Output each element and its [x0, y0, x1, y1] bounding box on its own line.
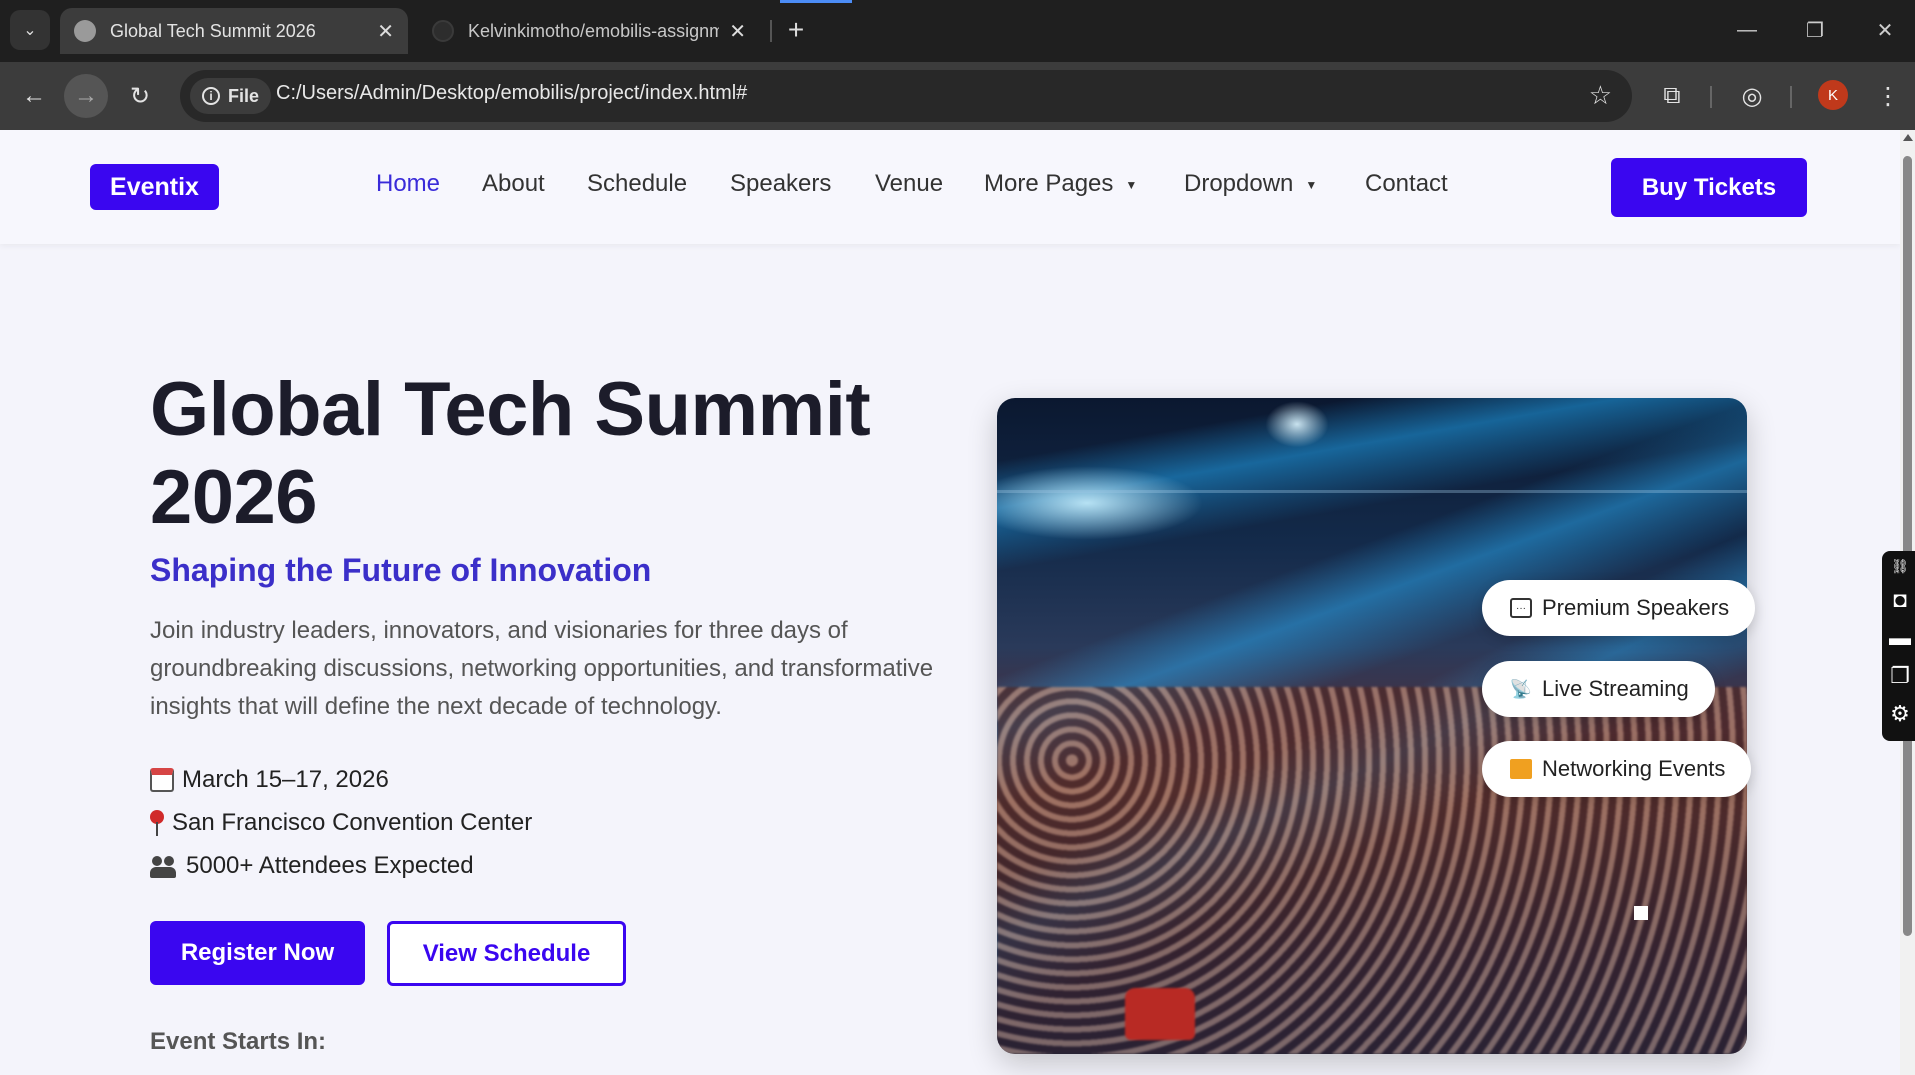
- view-schedule-button[interactable]: View Schedule: [387, 921, 626, 986]
- url-text[interactable]: C:/Users/Admin/Desktop/emobilis/project/…: [276, 82, 747, 105]
- register-now-button[interactable]: Register Now: [150, 921, 365, 985]
- link-icon[interactable]: ⛓: [1882, 551, 1915, 581]
- close-icon[interactable]: ✕: [1862, 10, 1908, 50]
- address-bar[interactable]: i File C:/Users/Admin/Desktop/emobilis/p…: [180, 70, 1632, 122]
- buy-tickets-button[interactable]: Buy Tickets: [1611, 158, 1807, 217]
- kebab-menu-icon[interactable]: ⋮: [1870, 78, 1906, 114]
- red-bag: [1125, 988, 1195, 1040]
- people-icon: [150, 854, 178, 878]
- tab-divider: [770, 20, 772, 42]
- window-icon[interactable]: ❐: [1882, 657, 1915, 695]
- nav-home[interactable]: Home: [376, 170, 440, 198]
- plus-icon[interactable]: +: [780, 12, 812, 48]
- browser-toolbar: ← → ↻ i File C:/Users/Admin/Desktop/emob…: [0, 62, 1915, 130]
- tab-title: Kelvinkimotho/emobilis-assignm: [468, 20, 720, 41]
- event-attendees: 5000+ Attendees Expected: [150, 852, 474, 880]
- hero-subtitle: Shaping the Future of Innovation: [150, 552, 652, 588]
- video-icon[interactable]: ▬: [1882, 619, 1915, 657]
- chat-icon: ···: [1510, 598, 1532, 618]
- profile-avatar[interactable]: K: [1818, 80, 1848, 110]
- event-attendees-text: 5000+ Attendees Expected: [186, 852, 474, 879]
- feature-label: Networking Events: [1542, 756, 1726, 781]
- gear-icon[interactable]: ⚙: [1882, 695, 1915, 733]
- countdown-label: Event Starts In:: [150, 1028, 327, 1055]
- calendar-icon: [150, 768, 174, 792]
- scroll-thumb[interactable]: [1903, 156, 1912, 936]
- conference-crowd-image: [997, 398, 1747, 1054]
- nav-more-pages-label: More Pages: [984, 170, 1114, 197]
- loading-indicator: [780, 0, 852, 3]
- event-venue: San Francisco Convention Center: [150, 809, 532, 837]
- event-date-text: March 15–17, 2026: [182, 766, 389, 793]
- tab-title: Global Tech Summit 2026: [110, 20, 316, 41]
- site-header: Eventix Home About Schedule Speakers Ven…: [0, 130, 1900, 244]
- toolbar-divider: [1710, 86, 1712, 108]
- forward-arrow-icon[interactable]: →: [64, 74, 108, 118]
- chevron-down-icon[interactable]: ⌄: [10, 10, 50, 50]
- gift-icon: [1510, 759, 1532, 779]
- nav-about[interactable]: About: [482, 170, 545, 198]
- tab-github-repo[interactable]: Kelvinkimotho/emobilis-assignm ✕: [418, 8, 760, 54]
- hero-title: Global Tech Summit 2026: [150, 367, 871, 540]
- globe-icon: [74, 20, 96, 42]
- nav-dropdown-label: Dropdown: [1184, 170, 1294, 197]
- star-icon[interactable]: ☆: [1589, 80, 1612, 111]
- reload-icon[interactable]: ↻: [118, 74, 162, 118]
- page-viewport: Eventix Home About Schedule Speakers Ven…: [0, 130, 1900, 1075]
- event-date: March 15–17, 2026: [150, 766, 389, 794]
- feature-premium-speakers: ··· Premium Speakers: [1482, 580, 1756, 636]
- feature-live-streaming: 📡 Live Streaming: [1482, 661, 1715, 717]
- puzzle-icon[interactable]: ⧉: [1654, 78, 1690, 114]
- caret-down-icon: ▼: [1305, 177, 1318, 192]
- event-venue-text: San Francisco Convention Center: [172, 809, 533, 836]
- feature-label: Premium Speakers: [1542, 595, 1730, 620]
- tab-global-tech-summit[interactable]: Global Tech Summit 2026 ✕: [60, 8, 408, 54]
- camera-lens-icon[interactable]: ◎: [1734, 78, 1770, 114]
- info-icon: i: [202, 87, 220, 105]
- site-logo[interactable]: Eventix: [90, 164, 219, 210]
- toolbar-divider: [1790, 86, 1792, 108]
- close-icon[interactable]: ✕: [729, 19, 746, 44]
- feature-networking-events: Networking Events: [1482, 741, 1752, 797]
- file-chip-label: File: [228, 85, 260, 106]
- capture-tools-panel: ⛓ ◘ ▬ ❐ ⚙: [1882, 551, 1915, 741]
- feature-label: Live Streaming: [1542, 676, 1689, 701]
- hero-description: Join industry leaders, innovators, and v…: [150, 617, 934, 720]
- camera-icon[interactable]: ◘: [1882, 581, 1915, 619]
- satellite-icon: 📡: [1509, 678, 1533, 699]
- nav-venue[interactable]: Venue: [875, 170, 943, 198]
- github-icon: [432, 20, 454, 42]
- pin-icon: [150, 810, 164, 836]
- nav-schedule[interactable]: Schedule: [587, 170, 687, 198]
- nav-speakers[interactable]: Speakers: [730, 170, 831, 198]
- scroll-up-arrow-icon[interactable]: [1903, 134, 1913, 141]
- nav-dropdown[interactable]: Dropdown ▼: [1184, 170, 1317, 198]
- nav-more-pages[interactable]: More Pages ▼: [984, 170, 1137, 198]
- site-info-chip[interactable]: i File: [190, 78, 272, 114]
- stage-truss: [997, 489, 1747, 493]
- back-arrow-icon[interactable]: ←: [12, 74, 56, 118]
- slider-marker: [1634, 906, 1648, 920]
- restore-icon[interactable]: ❐: [1792, 10, 1838, 50]
- browser-tab-bar: ⌄ Global Tech Summit 2026 ✕ Kelvinkimoth…: [0, 0, 1915, 62]
- minimize-icon[interactable]: —: [1724, 10, 1770, 50]
- nav-contact[interactable]: Contact: [1365, 170, 1448, 198]
- close-icon[interactable]: ✕: [377, 19, 394, 44]
- caret-down-icon: ▼: [1125, 177, 1138, 192]
